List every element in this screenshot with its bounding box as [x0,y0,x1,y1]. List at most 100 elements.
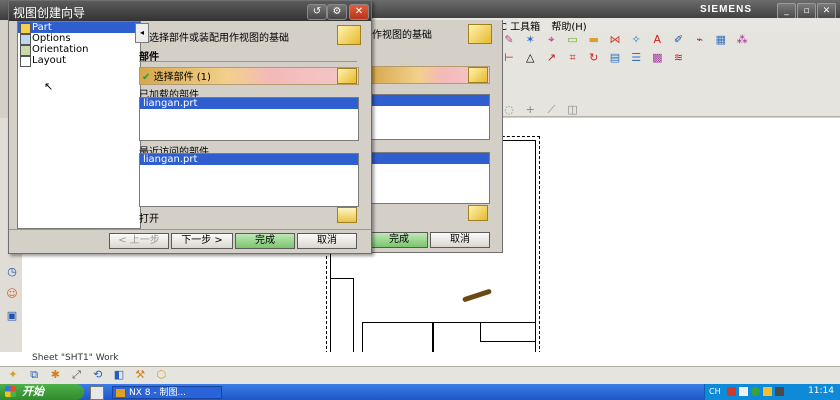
annotation-icon[interactable]: ✐ [672,33,686,47]
align-icon[interactable]: ▬ [587,33,601,47]
sketch-icon[interactable]: ✎ [502,33,516,47]
taskbar-clock[interactable]: 11:14 [808,386,834,396]
ghost-loaded-list[interactable] [370,94,490,140]
tree-item-options[interactable]: Options [18,33,140,45]
part-nav-icon[interactable]: ⬡ [154,368,168,382]
xyz-icon[interactable]: ⌗ [566,51,580,65]
history-icon[interactable]: ▣ [5,309,19,323]
collapse-arrow-icon[interactable]: ◂ [135,23,149,43]
nx-minimize-button[interactable]: _ [777,3,796,19]
dim-icon[interactable]: ⊢ [502,51,516,65]
ghost-open-folder-icon[interactable] [468,205,488,221]
finish-button[interactable]: 完成 [235,233,295,249]
ghost-header-text: 作视图的基础 [372,30,432,41]
nx-restore-button[interactable]: ▫ [797,3,816,19]
language-indicator[interactable]: CH [709,387,721,396]
ghost-cancel-button[interactable]: 取消 [430,232,490,248]
line-icon[interactable]: ⟋ [544,103,558,117]
tray-ime-icon[interactable] [739,387,748,396]
tree-item-label: Options [32,33,71,44]
select-part-cube-icon[interactable] [337,68,357,84]
table-icon[interactable]: ▦ [714,33,728,47]
model-icon[interactable]: ✦ [6,368,20,382]
ghost-select-cube-icon[interactable] [468,67,488,83]
header-text: 选择部件或装配用作视图的基础 [149,33,289,44]
tree-item-part[interactable]: Part [18,22,140,34]
tray-volume-icon[interactable] [763,387,772,396]
status-bar [0,352,840,366]
ghost-recent-row [371,153,489,164]
cube-small-icon[interactable]: ◫ [566,103,580,117]
wave-icon[interactable]: ≋ [672,51,686,65]
back-button[interactable]: < 上一步 [109,233,169,249]
revision-block [330,278,354,360]
loaded-part-row[interactable]: liangan.prt [140,98,358,109]
loaded-parts-list[interactable]: liangan.prt [139,97,359,141]
tools-icon[interactable]: ⚒ [133,368,147,382]
footer-separator [9,229,371,230]
open-label: 打开 [139,214,159,225]
rotate-icon[interactable]: ⟲ [91,368,105,382]
windows-logo-icon [5,386,16,397]
layer-icon[interactable]: ◧ [112,368,126,382]
group-separator [139,61,357,62]
grid-icon[interactable]: ▩ [650,51,664,65]
recent-part-row[interactable]: liangan.prt [140,154,358,165]
status-text: Sheet "SHT1" Work [32,353,119,363]
start-label: 开始 [22,385,44,398]
weld-icon[interactable]: ⌁ [693,33,707,47]
nx-close-button[interactable]: ✕ [817,3,836,19]
point-icon[interactable]: ↗ [544,51,558,65]
reset-icon[interactable]: ↺ [307,4,327,20]
note-icon[interactable]: A [650,33,664,47]
select-part-row[interactable]: ✔ 选择部件 (1) [139,67,359,85]
tree-item-label: Orientation [32,44,89,55]
refresh-icon[interactable]: ↻ [587,51,601,65]
curve-icon[interactable]: ⋈ [608,33,622,47]
show-desktop-icon[interactable] [90,386,104,400]
ghost-finish-button[interactable]: 完成 [370,232,428,248]
check-icon: ✔ [142,72,151,83]
snap-icon[interactable]: ◌ [502,103,516,117]
dialog-title: 视图创建向导 [13,6,86,20]
taskbar-item-nx[interactable]: NX 8 - 制图... [112,386,222,399]
view-icon[interactable]: ▭ [566,33,580,47]
tray-network-icon[interactable] [751,387,760,396]
cancel-button[interactable]: 取消 [297,233,357,249]
task-item-label: NX 8 - 制图... [129,388,187,398]
wizard-step-tree: Part Options Orientation Layout ↖ [17,21,141,229]
constraint-icon[interactable]: ✶ [523,33,537,47]
cross-icon[interactable]: + [523,103,537,117]
start-button[interactable]: 开始 [0,384,84,400]
move-icon[interactable]: ⤢ [70,368,84,382]
list-icon[interactable]: ☰ [629,51,643,65]
roles-icon[interactable]: ☺ [5,287,19,301]
feature-icon[interactable]: ✱ [48,368,62,382]
settings-icon[interactable]: ⚙ [327,4,347,20]
recent-parts-list[interactable]: liangan.prt [139,153,359,207]
ghost-loaded-row [371,95,489,106]
open-folder-icon[interactable] [337,207,357,223]
dimension-icon[interactable]: ⌖ [544,33,558,47]
next-button[interactable]: 下一步 > [171,233,233,249]
pattern-icon[interactable]: ⁂ [735,33,749,47]
edit-icon[interactable]: ▤ [608,51,622,65]
ghost-header-cube-icon [468,24,492,44]
select-part-label: 选择部件 (1) [153,72,211,83]
ghost-recent-list[interactable] [370,152,490,204]
tree-item-orientation[interactable]: Orientation [18,44,140,56]
close-icon[interactable]: ✕ [349,4,369,20]
title-block-cell [480,322,536,342]
nx-app-icon [116,389,125,397]
bottom-toolbar: ✦ ⧉ ✱ ⤢ ⟲ ◧ ⚒ ⬡ [0,366,840,385]
symbol-icon[interactable]: ✧ [629,33,643,47]
view-creation-wizard-dialog: 视图创建向导 ↺ ⚙ ✕ Part Options Orientation La… [8,0,372,254]
tree-item-label: Part [32,22,52,33]
mouse-cursor-icon: ↖ [44,80,54,93]
tray-security-icon[interactable] [775,387,784,396]
angle-icon[interactable]: △ [523,51,537,65]
tray-app-icon[interactable] [727,387,736,396]
tree-item-layout[interactable]: Layout [18,55,140,67]
clock-icon[interactable]: ◷ [5,265,19,279]
assembly-icon[interactable]: ⧉ [27,368,41,382]
